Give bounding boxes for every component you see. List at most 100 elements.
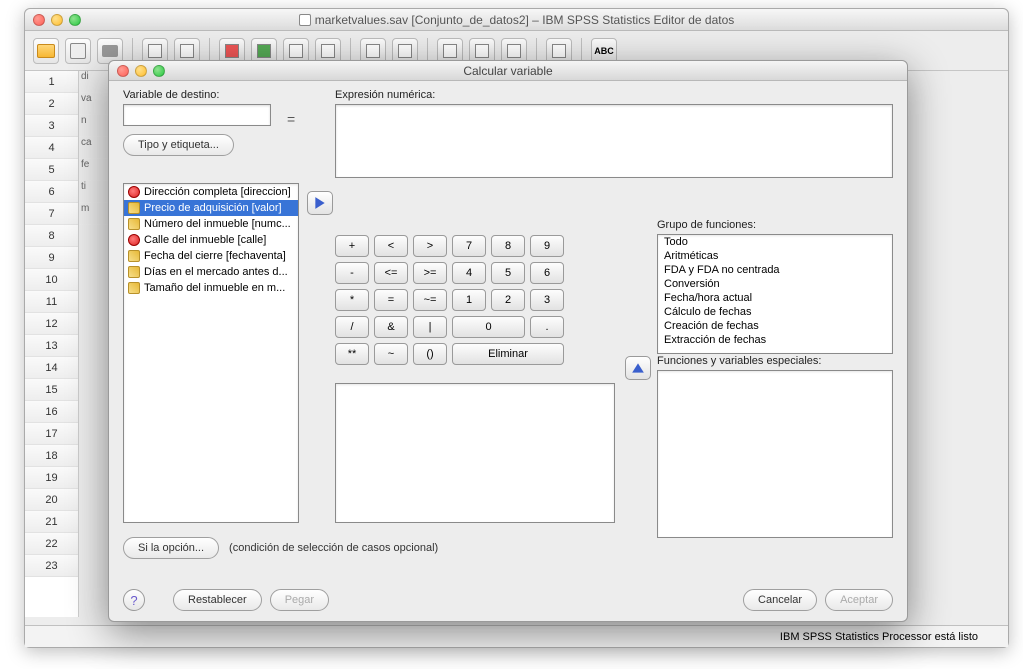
row-header[interactable]: 14 [25,357,78,379]
cancel-button[interactable]: Cancelar [743,589,817,611]
keypad-key[interactable]: 6 [530,262,564,284]
row-header[interactable]: 22 [25,533,78,555]
variable-item[interactable]: Calle del inmueble [calle] [124,232,298,248]
keypad-key[interactable]: * [335,289,369,311]
row-header[interactable]: 18 [25,445,78,467]
keypad-key[interactable]: < [374,235,408,257]
generic-icon [475,44,489,58]
dest-variable-input[interactable] [123,104,271,126]
if-condition-button[interactable]: Si la opción... [123,537,219,559]
keypad-key[interactable]: 1 [452,289,486,311]
reset-button[interactable]: Restablecer [173,589,262,611]
row-header[interactable]: 21 [25,511,78,533]
generic-icon [552,44,566,58]
function-group-item[interactable]: Extracción de fechas [658,333,892,347]
keypad-key[interactable]: ~ [374,343,408,365]
row-header[interactable]: 2 [25,93,78,115]
open-button[interactable] [33,38,59,64]
variable-item[interactable]: Tamaño del inmueble en m... [124,280,298,296]
keypad-key[interactable]: + [335,235,369,257]
equals-sign: = [287,111,295,127]
keypad-key[interactable]: = [374,289,408,311]
row-header[interactable]: 3 [25,115,78,137]
keypad-key[interactable]: & [374,316,408,338]
numeric-expression-input[interactable] [335,104,893,178]
scale-icon [128,202,140,214]
row-header[interactable]: 6 [25,181,78,203]
generic-icon [225,44,239,58]
keypad-key[interactable]: ~= [413,289,447,311]
insert-function-button[interactable] [625,356,651,380]
row-header[interactable]: 7 [25,203,78,225]
keypad-key[interactable]: > [413,235,447,257]
keypad-key[interactable]: 3 [530,289,564,311]
ok-button[interactable]: Aceptar [825,589,893,611]
function-group-list[interactable]: TodoAritméticasFDA y FDA no centradaConv… [657,234,893,354]
variable-list[interactable]: Dirección completa [direccion] Precio de … [123,183,299,523]
move-variable-button[interactable] [307,191,333,215]
function-group-item[interactable]: Todo [658,235,892,249]
save-button[interactable] [65,38,91,64]
row-header[interactable]: 8 [25,225,78,247]
paste-button[interactable]: Pegar [270,589,329,611]
main-titlebar[interactable]: marketvalues.sav [Conjunto_de_datos2] – … [25,9,1008,31]
keypad-key[interactable]: ** [335,343,369,365]
row-header[interactable]: 16 [25,401,78,423]
generic-icon [366,44,380,58]
function-group-item[interactable]: Conversión [658,277,892,291]
variable-label: Precio de adquisición [valor] [144,202,282,214]
row-headers: 1234567891011121314151617181920212223 [25,71,79,617]
variable-item[interactable]: Fecha del cierre [fechaventa] [124,248,298,264]
row-header[interactable]: 20 [25,489,78,511]
keypad-key[interactable]: <= [374,262,408,284]
keypad-key[interactable]: 0 [452,316,525,338]
function-group-item[interactable]: Creación de fechas [658,319,892,333]
keypad-key[interactable]: | [413,316,447,338]
keypad-key[interactable]: () [413,343,447,365]
keypad-key[interactable]: >= [413,262,447,284]
row-header[interactable]: 5 [25,159,78,181]
delete-key[interactable]: Eliminar [452,343,564,365]
row-header[interactable]: 1 [25,71,78,93]
keypad-key[interactable]: 7 [452,235,486,257]
function-group-item[interactable]: Fecha/hora actual [658,291,892,305]
variable-item[interactable]: Días en el mercado antes d... [124,264,298,280]
variable-item[interactable]: Dirección completa [direccion] [124,184,298,200]
row-header[interactable]: 13 [25,335,78,357]
variable-item[interactable]: Precio de adquisición [valor] [124,200,298,216]
keypad-key[interactable]: / [335,316,369,338]
variable-label: Número del inmueble [numc... [144,218,291,230]
keypad-key[interactable]: 5 [491,262,525,284]
row-header[interactable]: 9 [25,247,78,269]
keypad-key[interactable]: 9 [530,235,564,257]
keypad-key[interactable]: 2 [491,289,525,311]
row-header[interactable]: 19 [25,467,78,489]
arrow-right-icon [313,196,327,210]
row-header[interactable]: 10 [25,269,78,291]
row-header[interactable]: 15 [25,379,78,401]
function-group-item[interactable]: Aritméticas [658,249,892,263]
row-header[interactable]: 17 [25,423,78,445]
row-header[interactable]: 23 [25,555,78,577]
scale-icon [128,266,140,278]
row-header[interactable]: 4 [25,137,78,159]
type-label-button[interactable]: Tipo y etiqueta... [123,134,234,156]
dialog-titlebar[interactable]: Calcular variable [109,61,907,81]
print-icon [102,45,118,57]
help-button[interactable]: ? [123,589,145,611]
keypad-key[interactable]: 8 [491,235,525,257]
special-functions-list[interactable] [657,370,893,538]
function-group-item[interactable]: Cálculo de fechas [658,305,892,319]
row-header[interactable]: 11 [25,291,78,313]
keypad-key[interactable]: . [530,316,564,338]
keypad-key[interactable]: - [335,262,369,284]
folder-icon [37,44,55,58]
function-group-item[interactable]: FDA y FDA no centrada [658,263,892,277]
variable-label: Días en el mercado antes d... [144,266,288,278]
variable-item[interactable]: Número del inmueble [numc... [124,216,298,232]
nominal-icon [128,234,140,246]
main-title: marketvalues.sav [Conjunto_de_datos2] – … [25,13,1008,27]
function-description-box [335,383,615,523]
row-header[interactable]: 12 [25,313,78,335]
keypad-key[interactable]: 4 [452,262,486,284]
